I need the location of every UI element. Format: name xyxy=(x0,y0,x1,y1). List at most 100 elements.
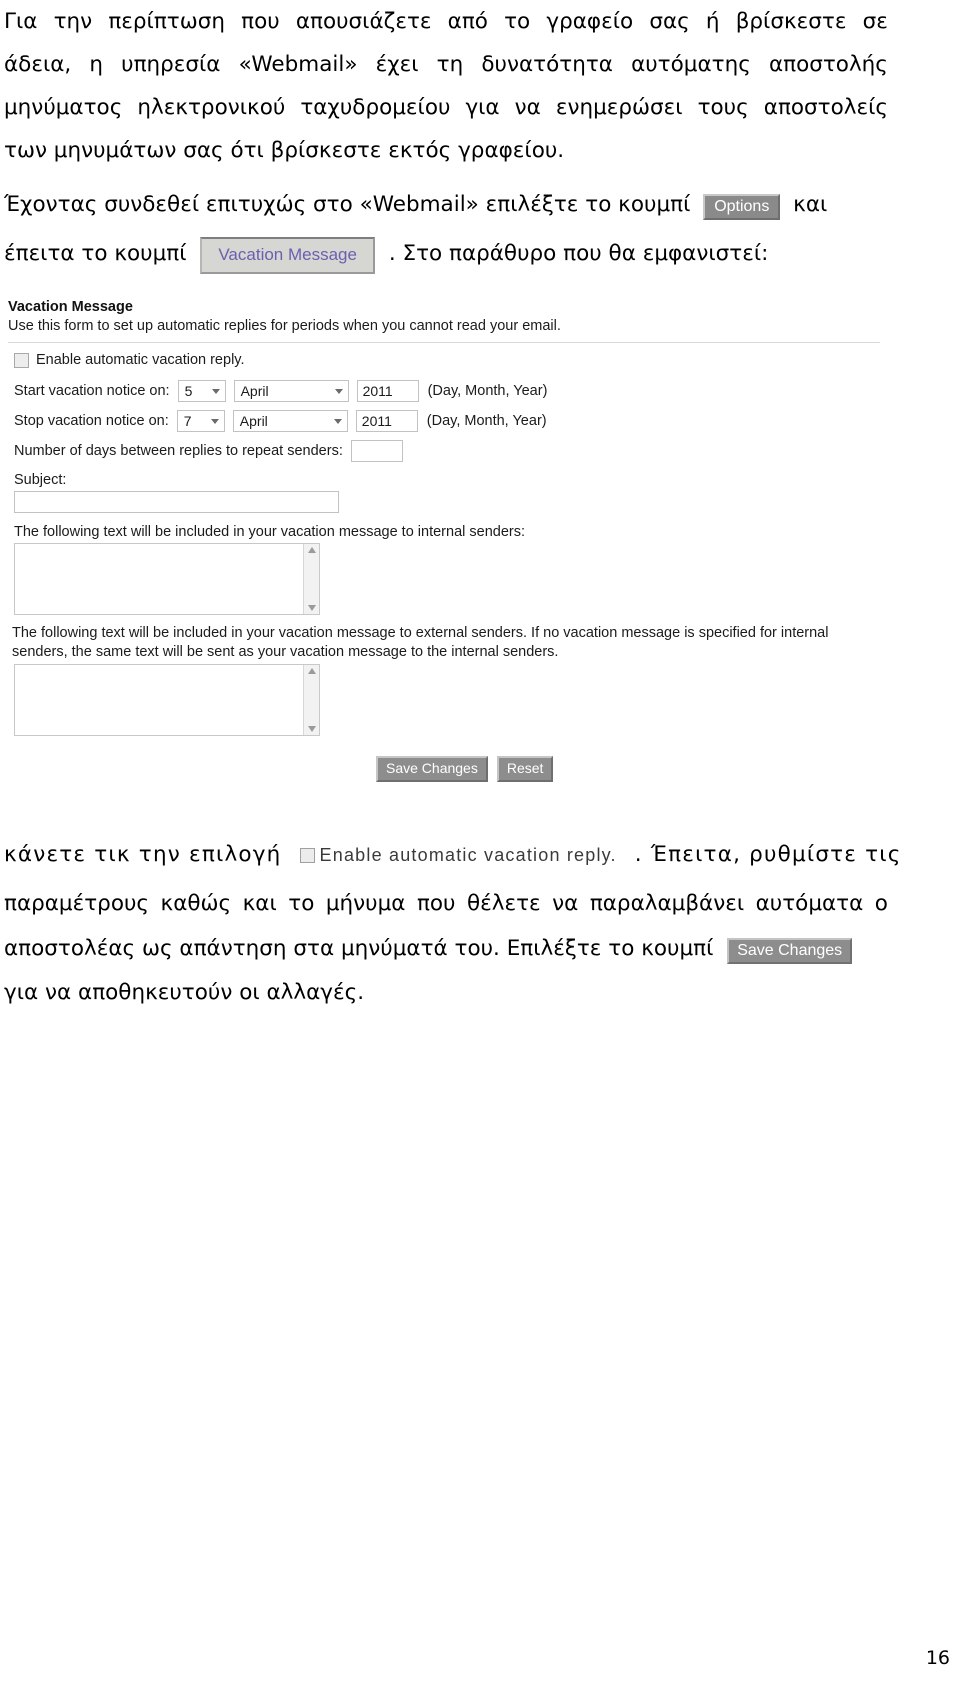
scroll-up-icon[interactable] xyxy=(307,668,316,674)
word: αποστολείς xyxy=(763,95,888,120)
start-year-value: 2011 xyxy=(362,383,393,399)
stop-vacation-label: Stop vacation notice on: xyxy=(14,412,169,429)
word: παραλαμβάνει xyxy=(589,891,745,916)
word: σας xyxy=(649,9,690,34)
start-vacation-row: Start vacation notice on: 5 April 2011 (… xyxy=(8,380,888,402)
intro-line-1: Για την περίπτωση που απουσιάζετε από το… xyxy=(4,0,888,43)
repeat-days-label: Number of days between replies to repeat… xyxy=(14,442,343,459)
subject-label: Subject: xyxy=(14,472,67,488)
stop-year-value: 2011 xyxy=(361,413,392,429)
scroll-up-icon[interactable] xyxy=(307,547,316,553)
closing-paragraph: κάνετε τικ την επιλογή Enable automatic … xyxy=(4,828,900,1014)
word: έχει xyxy=(375,52,419,77)
external-textarea-scrollbar[interactable] xyxy=(303,665,319,735)
word: που xyxy=(416,891,456,916)
internal-textarea-scrollbar[interactable] xyxy=(303,544,319,614)
word: άδεια, xyxy=(4,52,72,77)
stop-day-select[interactable]: 7 xyxy=(176,410,225,432)
save-changes-inline-image: Save Changes xyxy=(727,926,853,972)
word: βρίσκεστε xyxy=(735,9,847,34)
vacation-message-button[interactable]: Vacation Message xyxy=(200,237,375,274)
closing-line-1: κάνετε τικ την επιλογή Enable automatic … xyxy=(4,828,900,882)
word: για xyxy=(465,95,500,120)
word: που xyxy=(241,9,280,34)
word: σε xyxy=(862,9,888,34)
stop-month-value: April xyxy=(239,413,268,429)
word: «Webmail» xyxy=(238,52,358,77)
instruction-text-after: και xyxy=(793,192,828,217)
document-page: Για την περίπτωση που απουσιάζετε από το… xyxy=(0,0,960,1681)
word: ηλεκτρονικού xyxy=(137,95,286,120)
word: αυτόματα xyxy=(755,891,864,916)
stop-year-input[interactable]: 2011 xyxy=(355,410,418,432)
closing-text-after: . Έπειτα, ρυθμίστε τις xyxy=(634,842,902,867)
save-changes-button[interactable]: Save Changes xyxy=(376,756,488,782)
word: ταχυδρομείου xyxy=(300,95,451,120)
repeat-days-row: Number of days between replies to repeat… xyxy=(8,440,888,462)
enable-vacation-reply-label: Enable automatic vacation reply. xyxy=(36,352,245,368)
word: ο xyxy=(874,891,888,916)
instruction-line-1: Έχοντας συνδεθεί επιτυχώς στο «Webmail» … xyxy=(4,182,888,228)
word: τους xyxy=(697,95,749,120)
word: και xyxy=(242,891,277,916)
word: μηνύματος xyxy=(4,95,123,120)
subject-input[interactable] xyxy=(14,491,339,513)
form-title: Vacation Message xyxy=(8,299,133,315)
start-month-value: April xyxy=(240,383,269,399)
instruction-text-after-2: . Στο παράθυρο που θα εμφανιστεί: xyxy=(388,241,769,266)
word: την xyxy=(53,9,93,34)
enable-vacation-reply-checkbox[interactable] xyxy=(14,353,29,368)
word: η xyxy=(89,52,103,77)
word: τη xyxy=(436,52,464,77)
reset-button[interactable]: Reset xyxy=(496,756,554,782)
stop-month-select[interactable]: April xyxy=(232,410,348,432)
start-month-select[interactable]: April xyxy=(233,380,349,402)
external-message-label: The following text will be included in y… xyxy=(12,625,829,660)
chevron-down-icon xyxy=(210,418,219,424)
word: ενημερώσει xyxy=(555,95,683,120)
save-changes-inline-button[interactable]: Save Changes xyxy=(727,938,853,964)
word: παραμέτρους xyxy=(4,891,150,916)
vacation-message-form: Vacation Message Use this form to set up… xyxy=(8,298,888,782)
closing-line-3: αποστολέας ως απάντηση στα μηνύματά του.… xyxy=(4,926,888,972)
scroll-down-icon[interactable] xyxy=(307,605,316,611)
closing-text-before-3: αποστολέας ως απάντηση στα μηνύματά του.… xyxy=(4,936,714,961)
vacation-message-button-image: Vacation Message xyxy=(200,228,375,280)
enable-reply-inline-label: Enable automatic vacation reply. xyxy=(319,845,617,865)
start-year-input[interactable]: 2011 xyxy=(356,380,419,402)
instruction-paragraph: Έχοντας συνδεθεί επιτυχώς στο «Webmail» … xyxy=(4,182,888,280)
intro-line-4: των μηνυμάτων σας ότι βρίσκεστε εκτός γρ… xyxy=(4,138,565,163)
enable-vacation-reply-row[interactable]: Enable automatic vacation reply. xyxy=(14,352,888,369)
word: από xyxy=(447,9,488,34)
word: Για xyxy=(4,9,38,34)
repeat-days-input[interactable] xyxy=(350,440,403,462)
word: να xyxy=(514,95,541,120)
word: θέλετε xyxy=(466,891,541,916)
word: περίπτωση xyxy=(108,9,225,34)
word: το xyxy=(288,891,315,916)
external-message-textarea[interactable] xyxy=(14,664,320,736)
internal-message-label: The following text will be included in y… xyxy=(14,524,525,540)
intro-line-3: μηνύματος ηλεκτρονικού ταχυδρομείου για … xyxy=(4,86,888,129)
enable-reply-inline-image: Enable automatic vacation reply. xyxy=(299,845,617,865)
form-actions: Save Changes Reset xyxy=(376,756,888,782)
options-button-image: Options xyxy=(703,182,781,228)
scroll-down-icon[interactable] xyxy=(307,726,316,732)
form-description: Use this form to set up automatic replie… xyxy=(8,318,561,334)
word: αυτόματης xyxy=(631,52,751,77)
word: γραφείο xyxy=(546,9,634,34)
word: αποστολής xyxy=(768,52,888,77)
word: καθώς xyxy=(160,891,232,916)
intro-paragraph: Για την περίπτωση που απουσιάζετε από το… xyxy=(4,0,888,172)
instruction-text-before: Έχοντας συνδεθεί επιτυχώς στο «Webmail» … xyxy=(4,192,691,217)
word: μήνυμα xyxy=(325,891,406,916)
intro-line-2: άδεια, η υπηρεσία «Webmail» έχει τη δυνα… xyxy=(4,43,888,86)
internal-message-textarea[interactable] xyxy=(14,543,320,615)
options-button[interactable]: Options xyxy=(703,194,781,220)
start-day-select[interactable]: 5 xyxy=(177,380,226,402)
chevron-down-icon xyxy=(211,388,220,394)
stop-date-hint: (Day, Month, Year) xyxy=(426,413,547,429)
word: δυνατότητα xyxy=(481,52,613,77)
start-vacation-label: Start vacation notice on: xyxy=(14,382,170,399)
start-day-value: 5 xyxy=(184,383,193,399)
